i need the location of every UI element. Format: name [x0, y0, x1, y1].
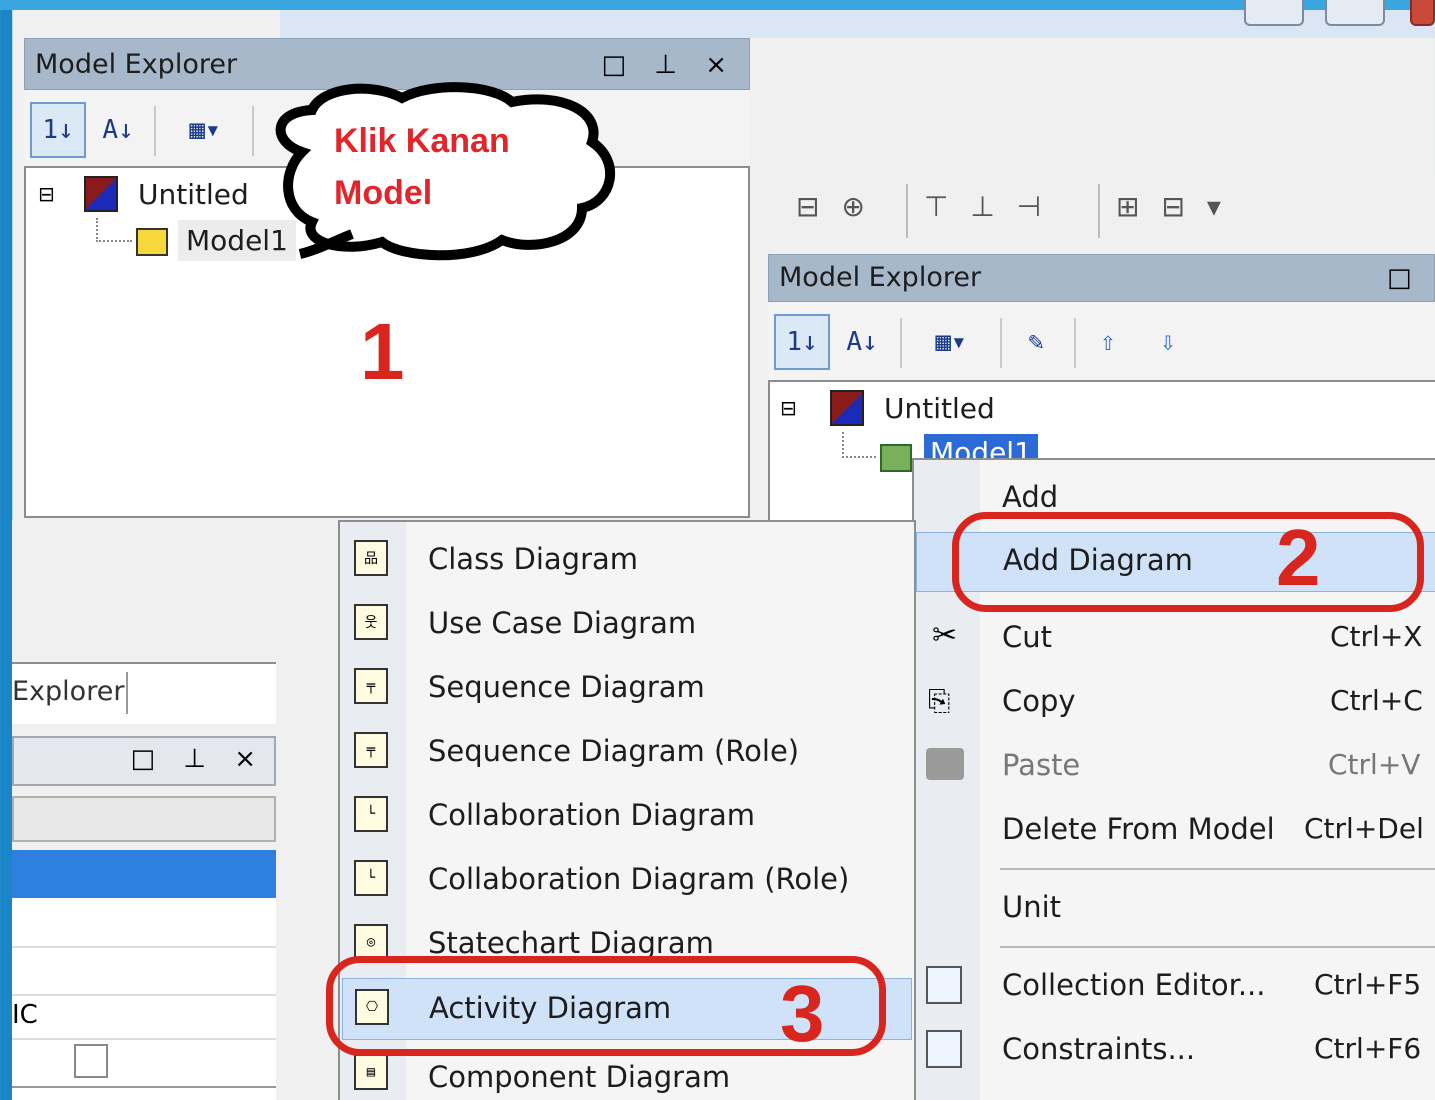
grid-line [12, 1038, 276, 1040]
sort-numeric-icon[interactable]: 1↓ [774, 314, 830, 370]
submenu-item-sequence-diagram[interactable]: ╤ Sequence Diagram [340, 658, 914, 718]
property-checkbox[interactable] [74, 1044, 108, 1078]
properties-selected-row[interactable] [12, 850, 276, 898]
collaboration-diagram-icon: └ [354, 796, 388, 832]
panel-controls[interactable]: □ [1387, 255, 1422, 301]
tree-root-label[interactable]: Untitled [138, 178, 249, 211]
filter-icon[interactable]: ✎ [1008, 314, 1064, 370]
toolbar-separator [154, 106, 156, 156]
grid-line [12, 946, 276, 948]
step-number-2: 2 [1276, 513, 1321, 602]
collapse-icon[interactable]: ⊟ [38, 182, 55, 206]
grid-line [12, 1086, 276, 1088]
properties-title-bar: □ ⊥ × [12, 736, 276, 786]
view-dropdown-icon[interactable]: ▦▾ [916, 314, 986, 370]
scissors-icon: ✂ [932, 618, 958, 653]
sort-numeric-icon[interactable]: 1↓ [30, 102, 86, 158]
submenu-item-statechart-diagram[interactable]: ◎ Statechart Diagram [340, 914, 914, 960]
menu-item-collection-editor[interactable]: Collection Editor... Ctrl+F5 [914, 958, 1435, 1018]
callout-cloud [275, 82, 615, 261]
collection-editor-icon [926, 966, 962, 1004]
callout-text-line1: Klik Kanan [334, 122, 510, 160]
menu-item-unit[interactable]: Unit [914, 880, 1435, 940]
maximize-button[interactable] [1325, 0, 1385, 26]
move-up-icon[interactable]: ⇧ [1080, 314, 1136, 370]
model-package-icon [136, 228, 168, 256]
move-down-icon[interactable]: ⇩ [1140, 314, 1196, 370]
statechart-diagram-icon: ◎ [354, 924, 388, 960]
step-number-1: 1 [360, 307, 405, 396]
project-cube-icon [84, 176, 118, 212]
submenu-item-collaboration-diagram[interactable]: └ Collaboration Diagram [340, 786, 914, 846]
minimize-button[interactable] [1244, 0, 1304, 26]
toolbar-separator [1098, 184, 1100, 238]
menu-item-cut[interactable]: ✂ Cut Ctrl+X [914, 610, 1435, 670]
panel-title: Model Explorer [35, 49, 238, 80]
sort-alpha-icon[interactable]: A↓ [90, 102, 146, 158]
tree-connector [842, 432, 876, 458]
explorer-tab-strip: Explorer [12, 662, 276, 724]
component-diagram-icon: ▤ [354, 1054, 388, 1090]
sort-alpha-icon[interactable]: A↓ [834, 314, 890, 370]
submenu-item-use-case-diagram[interactable]: 웃 Use Case Diagram [340, 594, 914, 654]
view-dropdown-icon[interactable]: ▦▾ [170, 102, 240, 158]
layout-toolbar: ⊟⊕ ⊤⊥⊣ ⊞⊟▾ [752, 176, 1435, 254]
panel-title: Model Explorer [779, 262, 982, 293]
submenu-item-collaboration-diagram-role[interactable]: └ Collaboration Diagram (Role) [340, 850, 914, 910]
step-number-3: 3 [780, 969, 825, 1058]
collapse-icon[interactable]: ⊟ [780, 396, 797, 420]
toolbar-separator [252, 106, 254, 156]
constraints-icon [926, 1030, 962, 1068]
spacing-icons[interactable]: ⊞⊟▾ [1116, 190, 1243, 223]
project-cube-icon [830, 390, 864, 426]
menu-item-copy[interactable]: ⎘ Copy Ctrl+C [914, 674, 1435, 734]
menu-item-paste[interactable]: Paste Ctrl+V [914, 738, 1435, 798]
use-case-diagram-icon: 웃 [354, 604, 388, 640]
copy-icon: ⎘ [928, 684, 951, 717]
panel-controls[interactable]: □ ⊥ × [130, 744, 266, 774]
toolbar-separator [900, 318, 902, 368]
menu-separator [1000, 946, 1435, 948]
top-strip [0, 0, 1435, 10]
menu-item-delete-from-model[interactable]: Delete From Model Ctrl+Del [914, 802, 1435, 862]
panel-title-bar: Model Explorer □ [768, 254, 1435, 302]
sequence-diagram-role-icon: ╤ [354, 732, 388, 768]
tree-root-label[interactable]: Untitled [884, 392, 995, 425]
close-window-button[interactable] [1410, 0, 1435, 26]
paste-icon [926, 748, 964, 780]
toolbar-separator [1000, 318, 1002, 368]
align-icons[interactable]: ⊟⊕ [796, 190, 887, 223]
submenu-item-class-diagram[interactable]: 品 Class Diagram [340, 530, 914, 590]
sequence-diagram-icon: ╤ [354, 668, 388, 704]
distribute-icons[interactable]: ⊤⊥⊣ [924, 190, 1063, 223]
property-value: IC [12, 1000, 38, 1030]
toolbar-separator [906, 184, 908, 238]
submenu-item-sequence-diagram-role[interactable]: ╤ Sequence Diagram (Role) [340, 722, 914, 782]
annotation-ring-2 [952, 512, 1424, 612]
menu-separator [1000, 868, 1435, 870]
model-package-icon [880, 444, 912, 472]
callout-text-line2: Model [334, 174, 433, 212]
panel-toolbar: 1↓ A↓ ▦▾ ✎ ⇧ ⇩ [768, 302, 1435, 380]
tab-divider [126, 672, 128, 714]
explorer-tab[interactable]: Explorer [12, 676, 124, 707]
tree-connector [96, 218, 132, 242]
properties-header [12, 796, 276, 842]
grid-line [12, 994, 276, 996]
class-diagram-icon: 品 [354, 540, 388, 576]
properties-grid: IC [12, 898, 276, 1100]
collaboration-diagram-role-icon: └ [354, 860, 388, 896]
toolbar-separator [1074, 318, 1076, 368]
menu-item-constraints[interactable]: Constraints... Ctrl+F6 [914, 1022, 1435, 1082]
